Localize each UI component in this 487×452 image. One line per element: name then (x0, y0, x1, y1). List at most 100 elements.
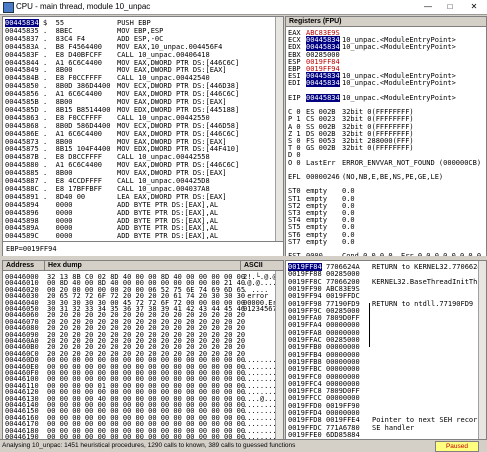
disasm-hex: . B8 F4564400 (43, 42, 103, 51)
hex-column-header[interactable]: Hex dump (45, 261, 241, 271)
disasm-hex: . E8 D40BFCFF (43, 50, 103, 59)
disasm-hex: 0000 (43, 200, 73, 209)
disasm-row[interactable]: 00445850 . 8B0D 386D4400 MOV ECX,DWORD PTR… (3, 82, 283, 90)
disasm-address: 00445835 (5, 26, 39, 35)
disasm-row[interactable]: 00445834 $ 55 PUSH EBP (3, 19, 283, 27)
disasm-address: 00445837 (5, 34, 39, 43)
maximize-button[interactable]: □ (442, 1, 458, 12)
disasm-address: 00445844 (5, 58, 39, 67)
disasm-hex: . 8B15 B8514400 (43, 105, 111, 114)
disasm-row[interactable]: 0044587B . E8 D8CCFFFF CALL 10_unpac.00442… (3, 153, 283, 161)
minimize-button[interactable]: — (420, 1, 436, 12)
disasm-hex: . E8 17BFFBFF (43, 184, 103, 193)
disasm-hex: . 8B00 (43, 169, 73, 178)
disasm-address: 00445834 (5, 19, 39, 27)
stack-address: 0019FFE0 (288, 430, 322, 439)
status-text: Analysing 10_unpac: 1451 heuristical pro… (2, 442, 296, 449)
disasm-hex: . 8B0D 586D4400 (43, 121, 111, 130)
title-bar: CPU - main thread, module 10_unpac — □ ✕ (0, 0, 487, 15)
disasm-row[interactable]: 0044583A . B8 F4564400 MOV EAX,10_unpac.00… (3, 43, 283, 51)
disasm-row[interactable]: 00445835 . 8BEC MOV EBP,ESP (3, 27, 283, 35)
disasm-hex: . E8 F0CCFFFF (43, 74, 103, 83)
disasm-address: 00445868 (5, 121, 39, 130)
disasm-instruction: CALL 10_unpac.00442550 (117, 113, 210, 122)
disasm-hex: . A1 6C6C4400 (43, 161, 103, 170)
disasm-address: 0044583A (5, 42, 39, 51)
disassembly-pane[interactable]: 00445834 $ 55 PUSH EBP 00445835 . 8BEC MOV EB… (2, 16, 284, 242)
disasm-row[interactable]: 00445887 . E8 4CCDFFFF CALL 10_unpac.00442… (3, 177, 283, 185)
disasm-row[interactable]: 0044588C . E8 17BFFBFF CALL 10_unpac.00403… (3, 185, 283, 193)
disasm-address: 0044586E (5, 129, 39, 138)
disasm-instruction: MOV EDX,DWORD PTR DS:[44F410] (117, 145, 240, 154)
disasm-address: 0044587B (5, 153, 39, 162)
disasm-row[interactable]: 0044586E . A1 6C6C4400 MOV EAX,DWORD PTR D… (3, 130, 283, 138)
dump-scrollbar[interactable] (275, 271, 283, 439)
disasm-instruction: ADD ESP,-0C (117, 34, 164, 43)
disasm-row[interactable]: 0044585D . 8B15 B8514400 MOV EDX,DWORD PTR… (3, 106, 283, 114)
stack-pane[interactable]: 0019FF84 7706624A RETURN to KERNEL32.77066… (285, 260, 487, 440)
disassembly-scrollbar[interactable] (275, 17, 283, 241)
stack-row[interactable]: 0019FFE0 6DD85884 (286, 431, 486, 439)
disasm-instruction: CALL 10_unpac.00406418 (117, 50, 210, 59)
disasm-row[interactable]: 0044589C 0000 ADD BYTE PTR DS:[EAX],AL (3, 232, 283, 240)
disasm-hex: . A1 6C6C4400 (43, 90, 103, 99)
disasm-instruction: MOV EDX,DWORD PTR DS:[445188] (117, 105, 240, 114)
disasm-instruction: CALL 10_unpac.004037A8 (117, 184, 210, 193)
disasm-row[interactable]: 00445898 0000 ADD BYTE PTR DS:[EAX],AL (3, 217, 283, 225)
disasm-address: 00445891 (5, 192, 39, 201)
registers-pane[interactable]: Registers (FPU) EAX ABC83E9S ECX 00445834 10… (285, 16, 487, 257)
disasm-row[interactable]: 00445875 . 8B15 104F4400 MOV EDX,DWORD PTR… (3, 145, 283, 153)
disasm-hex: . A1 6C6C4400 (43, 129, 103, 138)
disasm-row[interactable]: 0044589A 0000 ADD BYTE PTR DS:[EAX],AL (3, 224, 283, 232)
disasm-row[interactable]: 0044584B . E8 F0CCFFFF CALL 10_unpac.00442… (3, 74, 283, 82)
disasm-instruction: MOV EAX,DWORD PTR DS:[446C6C] (117, 129, 240, 138)
close-button[interactable]: ✕ (466, 1, 482, 12)
app-icon (3, 2, 14, 13)
disasm-hex: . E8 4CCDFFFF (43, 177, 103, 185)
disasm-address: 0044589A (5, 224, 39, 233)
disasm-row[interactable]: 00445873 . 8B00 MOV EAX,DWORD PTR DS:[EAX] (3, 138, 283, 146)
disasm-row[interactable]: 00445837 . 83C4 F4 ADD ESP,-0C (3, 35, 283, 43)
disasm-instruction: CALL 10_unpac.00442558 (117, 153, 210, 162)
disasm-instruction: ADD BYTE PTR DS:[EAX],AL (117, 208, 219, 217)
ascii-column-header[interactable]: ASCII (241, 261, 283, 271)
disasm-instruction: ADD BYTE PTR DS:[EAX],AL (117, 216, 219, 225)
disasm-row[interactable]: 00445885 . 8B00 MOV EAX,DWORD PTR DS:[EAX] (3, 169, 283, 177)
disasm-row[interactable]: 00445849 . 8B00 MOV EAX,DWORD PTR DS:[EAX] (3, 66, 283, 74)
address-column-header[interactable]: Address (3, 261, 45, 271)
disasm-row[interactable]: 00445863 . E8 F0CCFFFF CALL 10_unpac.00442… (3, 114, 283, 122)
disasm-row[interactable]: 00445856 . A1 6C6C4400 MOV EAX,DWORD PTR D… (3, 90, 283, 98)
disasm-instruction: MOV EAX,10_unpac.004456F4 (117, 42, 223, 51)
disasm-instruction: MOV ECX,DWORD PTR DS:[446D38] (117, 82, 240, 91)
disasm-hex: . 8BEC (43, 26, 73, 35)
disasm-hex: . 83C4 F4 (43, 34, 86, 43)
disasm-row[interactable]: 0044583F . E8 D40BFCFF CALL 10_unpac.00406… (3, 51, 283, 59)
info-pane: EBP=0019FF94 (2, 241, 284, 257)
disasm-row[interactable]: 00445868 . 8B0D 586D4400 MOV ECX,DWORD PTR… (3, 122, 283, 130)
disasm-row[interactable]: 00445880 . A1 6C6C4400 MOV EAX,DWORD PTR D… (3, 161, 283, 169)
disasm-address: 0044584B (5, 74, 39, 83)
disasm-row[interactable]: 0044585B . 8B00 MOV EAX,DWORD PTR DS:[EAX] (3, 98, 283, 106)
disasm-hex: . 8B0D 386D4400 (43, 82, 111, 91)
disasm-row[interactable]: 00445894 0000 ADD BYTE PTR DS:[EAX],AL (3, 201, 283, 209)
disasm-address: 00445850 (5, 82, 39, 91)
disasm-instruction: MOV EAX,DWORD PTR DS:[EAX] (117, 169, 227, 178)
disasm-hex: 0000 (43, 232, 73, 241)
dump-pane[interactable]: Address Hex dump ASCII 00446000 32 13 8B … (2, 260, 284, 440)
disasm-hex: . 8B00 (43, 98, 73, 106)
disasm-address: 00445896 (5, 208, 39, 217)
disasm-hex: 0000 (43, 224, 73, 233)
disasm-row[interactable]: 00445844 . A1 6C6C4400 MOV EAX,DWORD PTR D… (3, 59, 283, 67)
disasm-hex: 0000 (43, 208, 73, 217)
stack-scrollbar[interactable] (478, 261, 486, 439)
disasm-address: 00445887 (5, 177, 39, 185)
disasm-row[interactable]: 00445891 . 8D40 00 LEA EAX,DWORD PTR DS:[E… (3, 193, 283, 201)
disasm-row[interactable]: 00445896 0000 ADD BYTE PTR DS:[EAX],AL (3, 209, 283, 217)
disasm-address: 00445880 (5, 161, 39, 170)
disasm-hex: . E8 D8CCFFFF (43, 153, 103, 162)
disasm-hex: . 8B00 (43, 66, 73, 75)
disasm-instruction: PUSH EBP (117, 19, 151, 27)
info-text: EBP=0019FF94 (6, 245, 57, 253)
disasm-instruction: MOV EAX,DWORD PTR DS:[EAX] (117, 66, 227, 75)
disasm-address: 00445856 (5, 90, 39, 99)
